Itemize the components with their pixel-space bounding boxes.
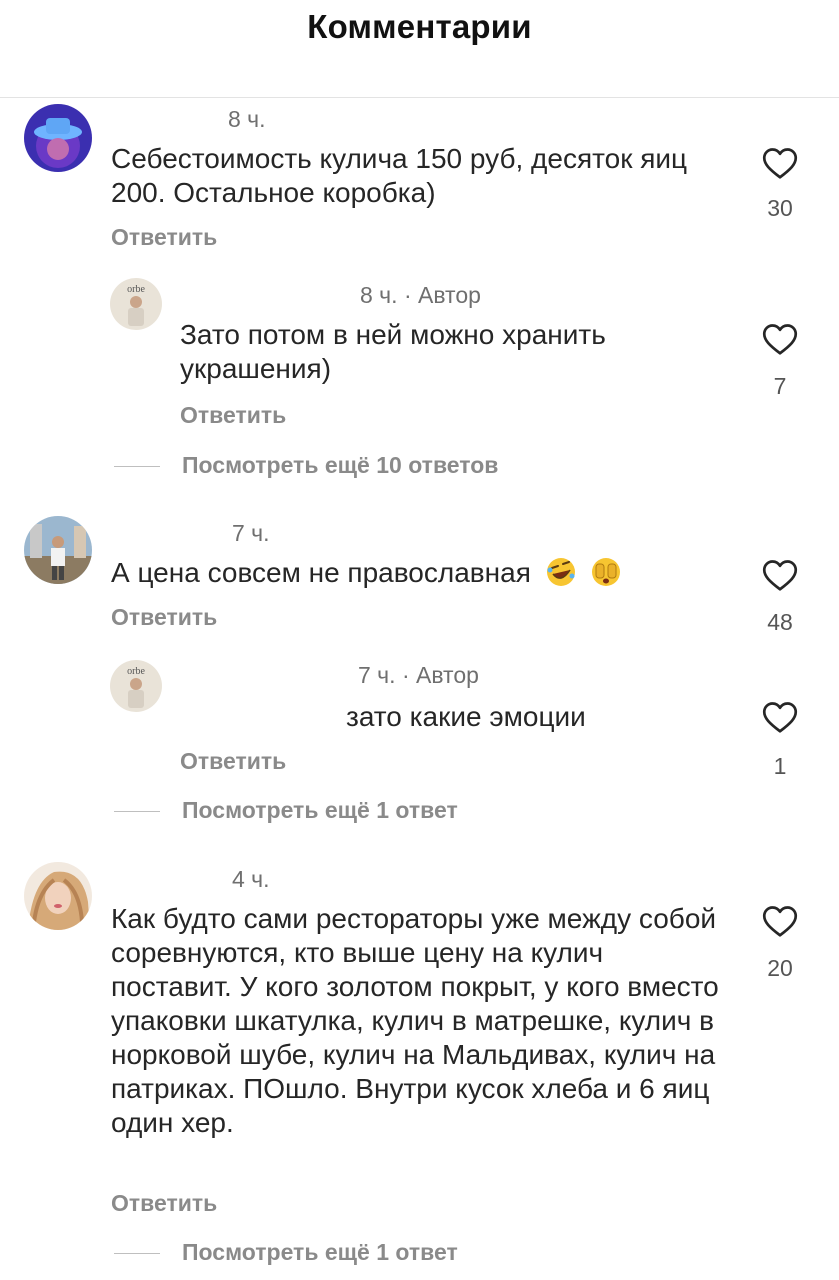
comment-text: А цена совсем не православная — [111, 556, 731, 590]
heart-outline-icon[interactable] — [762, 146, 798, 180]
like-count: 30 — [767, 195, 793, 221]
view-more-replies-button[interactable]: Посмотреть ещё 10 ответов — [182, 452, 498, 479]
avatar[interactable] — [24, 516, 92, 584]
comment-meta: 7 ч. · Автор — [358, 662, 479, 688]
reply-button[interactable]: Ответить — [180, 402, 286, 429]
like-count: 20 — [767, 955, 793, 981]
heart-outline-icon[interactable] — [762, 322, 798, 356]
comment-meta: 4 ч. — [232, 866, 270, 892]
comment-text: Зато потом в ней можно хранить украшения… — [180, 319, 606, 384]
comment-meta: 8 ч. · Автор — [360, 282, 481, 308]
avatar[interactable]: orbe — [110, 278, 162, 330]
comment-meta: 7 ч. — [232, 520, 270, 546]
page-title: Комментарии — [307, 8, 532, 45]
divider — [114, 466, 160, 467]
svg-text:orbe: orbe — [127, 666, 145, 677]
reply-button[interactable]: Ответить — [111, 1190, 217, 1217]
reply-button[interactable]: Ответить — [180, 748, 286, 775]
like-count: 48 — [767, 609, 793, 635]
heart-outline-icon[interactable] — [762, 904, 798, 938]
divider — [114, 1253, 160, 1254]
reply-button[interactable]: Ответить — [111, 224, 217, 251]
heart-outline-icon[interactable] — [762, 700, 798, 734]
svg-text:orbe: orbe — [127, 284, 145, 295]
comment-text: Как будто сами рестораторы уже между соб… — [111, 903, 719, 1138]
view-more-replies-button[interactable]: Посмотреть ещё 1 ответ — [182, 1239, 458, 1266]
avatar[interactable] — [24, 862, 92, 930]
reply-button[interactable]: Ответить — [111, 604, 217, 631]
avatar[interactable] — [24, 104, 92, 172]
comments-screen: Комментарии 8 ч. Себестоимость кулича 15… — [0, 0, 839, 1280]
comment-text: зато какие эмоции — [346, 701, 586, 732]
avatar[interactable]: orbe — [110, 660, 162, 712]
comments-header: Комментарии — [0, 0, 839, 98]
rolling-laughing-emoji-icon — [546, 558, 575, 586]
comment-text: Себестоимость кулича 150 руб, десяток яи… — [111, 143, 688, 208]
view-more-replies-button[interactable]: Посмотреть ещё 1 ответ — [182, 797, 458, 824]
comment-text-content: А цена совсем не православная — [111, 557, 531, 588]
comment-meta: 8 ч. — [228, 106, 266, 132]
heart-outline-icon[interactable] — [762, 558, 798, 592]
face-hiding-eyes-emoji-icon — [592, 558, 621, 586]
like-count: 7 — [773, 373, 787, 399]
like-count: 1 — [773, 753, 787, 779]
divider — [114, 811, 160, 812]
